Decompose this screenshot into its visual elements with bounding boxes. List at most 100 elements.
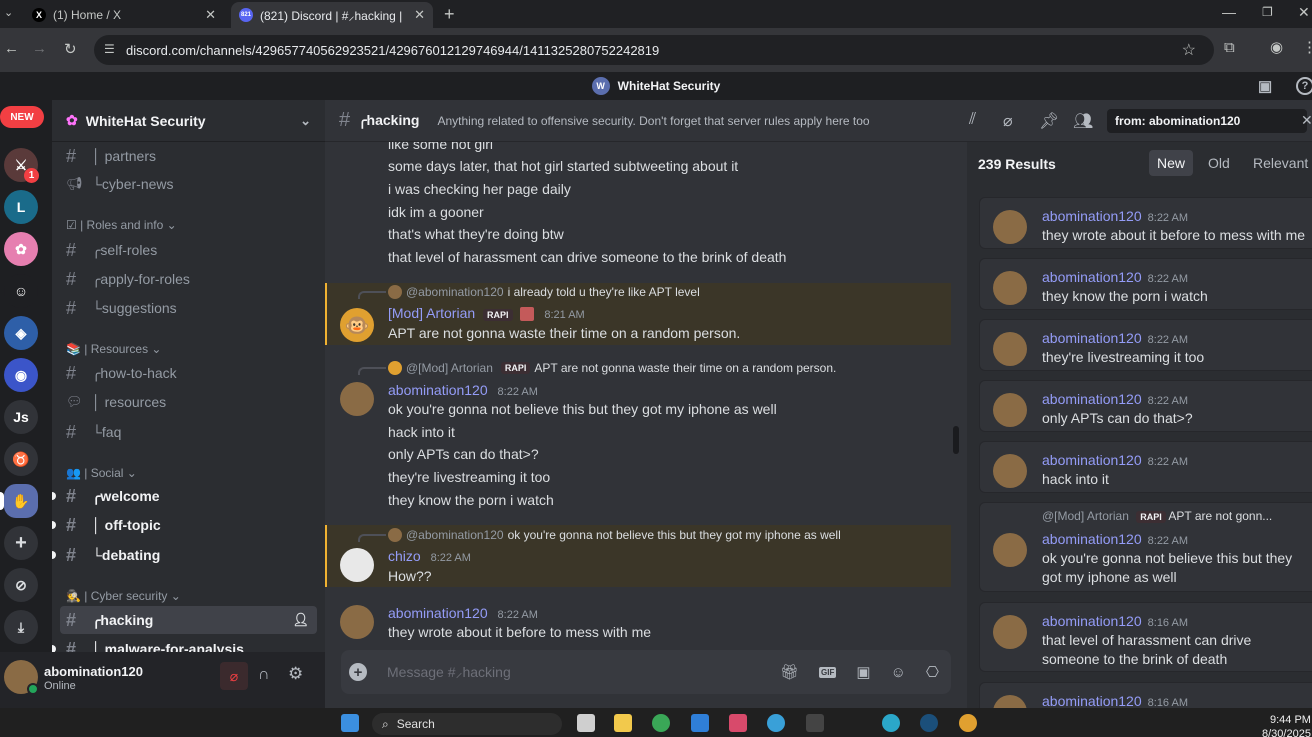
snipping-tool-icon[interactable] (729, 714, 747, 732)
channel-item[interactable]: # │ off-topic (52, 511, 317, 539)
sort-old-tab[interactable]: Old (1208, 155, 1230, 171)
avatar[interactable] (340, 548, 374, 582)
message-input[interactable]: Message #⸝hacking (387, 663, 780, 682)
reply-preview[interactable]: @abomination120 i already told u they're… (388, 285, 700, 299)
member-list-icon[interactable]: 👥︎ (1073, 111, 1093, 131)
site-info-icon[interactable]: ☰ (104, 42, 115, 56)
app-g-icon[interactable] (806, 714, 824, 732)
server-icon-mask[interactable]: ◈ (4, 316, 38, 350)
close-tab-icon[interactable]: ✕ (205, 7, 216, 23)
clock-time[interactable]: 9:44 PM (1270, 714, 1311, 726)
search-result[interactable]: abomination120 8:22 AM they know the porn … (979, 258, 1312, 310)
server-icon-whitehat[interactable]: ✋ (4, 484, 38, 518)
channel-item[interactable]: # ╭apply-for-roles (60, 265, 317, 293)
game-icon[interactable] (959, 714, 977, 732)
tab-list-chevron-icon[interactable]: ⌄ (4, 6, 13, 19)
channel-category[interactable]: ☑ | Roles and info ⌄ (66, 218, 177, 232)
gif-icon[interactable]: GIF (819, 666, 837, 678)
download-icon[interactable]: ⤓ (4, 610, 38, 644)
discover-icon[interactable]: ⊘ (4, 568, 38, 602)
channel-item[interactable]: # ╭hacking 👤︎ (60, 606, 317, 634)
channel-item[interactable]: 💬︎ │ resources (60, 388, 317, 416)
vpn-icon[interactable] (767, 714, 785, 732)
author-name[interactable]: [Mod] Artorian (388, 305, 475, 321)
sort-new-tab[interactable]: New (1149, 150, 1194, 176)
help-icon[interactable]: ? (1296, 77, 1312, 95)
search-result[interactable]: abomination120 8:22 AM hack into it (979, 441, 1312, 493)
forward-icon[interactable]: → (32, 40, 47, 57)
channel-item[interactable]: # └suggestions (60, 294, 317, 322)
clock-date[interactable]: 8/30/2025 (1262, 728, 1311, 737)
activity-gamepad-icon[interactable]: ⎔ (926, 663, 939, 681)
reload-icon[interactable]: ↻ (64, 40, 77, 58)
channel-category[interactable]: 👥 | Social ⌄ (66, 466, 137, 480)
file-explorer-icon[interactable] (614, 714, 632, 732)
channel-category[interactable]: 📚 | Resources ⌄ (66, 342, 161, 356)
channel-item[interactable]: # └faq (60, 418, 317, 446)
edge-icon[interactable] (882, 714, 900, 732)
tab-discord[interactable]: 821 (821) Discord | #⸝hacking | Whi ✕ (231, 2, 433, 28)
channel-item[interactable]: # ╭self-roles (60, 236, 317, 264)
server-icon-bull[interactable]: ♉ (4, 442, 38, 476)
search-result[interactable]: abomination120 8:22 AM they wrote about it… (979, 197, 1312, 249)
pinned-messages-icon[interactable]: 📌︎ (1039, 111, 1059, 131)
channel-item[interactable]: 📢︎ └cyber-news (60, 170, 317, 198)
channel-category[interactable]: 🕵 | Cyber security ⌄ (66, 589, 181, 603)
notifications-muted-icon[interactable]: ⌀ (1003, 111, 1013, 131)
search-result[interactable]: @[Mod] Artorian RAPI APT are not gonn...… (979, 502, 1312, 592)
threads-icon[interactable]: ⫽ (969, 111, 976, 129)
taskbar-search[interactable]: ⌕ Search (372, 713, 562, 735)
upload-plus-icon[interactable]: + (349, 663, 367, 681)
tab-x-home[interactable]: X (1) Home / X ✕ (24, 2, 224, 28)
server-icon-league[interactable]: L (4, 190, 38, 224)
server-icon-js[interactable]: Js (4, 400, 38, 434)
reply-preview[interactable]: @abomination120 ok you're gonna not beli… (388, 528, 841, 542)
avatar[interactable]: 🐵 (340, 308, 374, 342)
server-icon-blue[interactable]: ◉ (4, 358, 38, 392)
server-icon-candy[interactable]: ✿ (4, 232, 38, 266)
steam-icon[interactable] (920, 714, 938, 732)
channel-item[interactable]: # └debating (52, 541, 317, 569)
store-icon[interactable] (691, 714, 709, 732)
search-input[interactable]: from: abomination120 (1107, 109, 1307, 133)
search-result[interactable]: abomination120 8:22 AM only APTs can do th… (979, 380, 1312, 432)
avatar[interactable] (340, 605, 374, 639)
chrome-icon[interactable] (652, 714, 670, 732)
server-icon-reddit[interactable]: ☺ (4, 274, 38, 308)
channel-topic[interactable]: Anything related to offensive security. … (437, 114, 869, 128)
inbox-icon[interactable]: ▣ (1258, 77, 1272, 95)
new-badge[interactable]: NEW (0, 106, 44, 128)
add-server-icon[interactable]: + (4, 526, 38, 560)
mute-button[interactable]: ⌀ (220, 662, 248, 690)
headphones-icon[interactable]: ∩ (258, 666, 270, 684)
close-search-icon[interactable]: ✕ (1301, 112, 1312, 129)
author-name[interactable]: abomination120 (388, 605, 488, 621)
reply-preview[interactable]: @[Mod] Artorian RAPI APT are not gonna w… (388, 361, 836, 375)
settings-gear-icon[interactable]: ⚙ (288, 664, 303, 684)
close-tab-icon[interactable]: ✕ (414, 7, 425, 23)
back-icon[interactable]: ← (4, 40, 19, 57)
server-header[interactable]: ✿ WhiteHat Security ⌄ (52, 100, 325, 142)
sort-relevant-tab[interactable]: Relevant (1253, 155, 1308, 171)
minimize-icon[interactable]: — (1222, 4, 1236, 20)
menu-icon[interactable]: ⋮ (1302, 38, 1312, 56)
emoji-icon[interactable]: ☺ (891, 664, 906, 681)
add-member-icon[interactable]: 👤︎ (292, 612, 309, 628)
message-composer[interactable]: + Message #⸝hacking 🎁︎ GIF ▣ ☺ ⎔ (341, 650, 951, 694)
extensions-icon[interactable]: ⧉ (1224, 39, 1235, 56)
task-view-icon[interactable] (577, 714, 595, 732)
windows-start-icon[interactable] (341, 714, 359, 732)
channel-item[interactable]: # ╭how-to-hack (60, 359, 317, 387)
address-bar[interactable]: ☰ discord.com/channels/42965774056292352… (94, 35, 1214, 65)
gift-icon[interactable]: 🎁︎ (780, 663, 799, 681)
bookmark-star-icon[interactable]: ☆ (1182, 40, 1196, 60)
scrollbar-thumb[interactable] (953, 426, 959, 454)
channel-item[interactable]: # ╭welcome (52, 482, 317, 510)
maximize-icon[interactable]: ❐ (1262, 5, 1273, 19)
profile-icon[interactable]: ◉ (1270, 38, 1283, 56)
close-window-icon[interactable]: ✕ (1298, 4, 1310, 21)
author-name[interactable]: abomination120 (388, 382, 488, 398)
new-tab-button[interactable]: + (444, 4, 455, 25)
author-name[interactable]: chizo (388, 548, 421, 564)
avatar[interactable] (340, 382, 374, 416)
